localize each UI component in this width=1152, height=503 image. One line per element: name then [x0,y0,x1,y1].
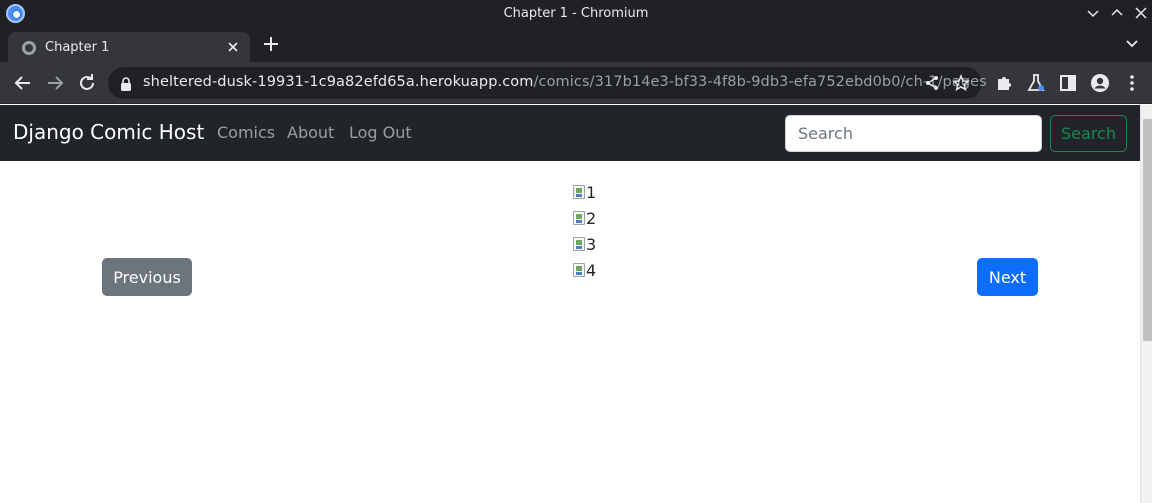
previous-button[interactable]: Previous [102,258,192,296]
page-image: 1 [573,179,633,205]
tab-strip: Chapter 1 [0,28,1152,62]
tab-chapter-1[interactable]: Chapter 1 [8,32,250,62]
next-button[interactable]: Next [977,258,1038,296]
page-image: 2 [573,205,633,231]
nav-link-log-out[interactable]: Log Out [349,123,412,142]
url-path: /comics/317b14e3-bf33-4f8b-9db3-efa752eb… [533,74,987,90]
minimize-icon[interactable] [1084,4,1102,22]
broken-image-icon [573,237,585,251]
bookmark-star-icon[interactable] [952,73,970,92]
page-image-alt: 1 [586,182,597,202]
page-scrollbar[interactable] [1140,105,1152,503]
nav-link-comics[interactable]: Comics [217,123,275,142]
address-bar[interactable]: sheltered-dusk-19931-1c9a82efd65a.heroku… [108,67,987,99]
reload-icon[interactable] [75,71,99,95]
browser-toolbar: sheltered-dusk-19931-1c9a82efd65a.heroku… [0,62,1152,104]
search-input[interactable] [785,115,1042,152]
page-image-alt: 2 [586,208,597,228]
site-navbar: Django Comic Host Comics About Log Out S… [0,105,1140,161]
reader-content: Previous 1 2 3 4 Next [0,161,1140,503]
labs-flask-icon[interactable] [1024,71,1048,95]
url-text[interactable]: sheltered-dusk-19931-1c9a82efd65a.heroku… [143,74,987,90]
tab-search-icon[interactable] [1124,36,1140,52]
page-images: 1 2 3 4 [573,179,633,283]
window-titlebar: Chapter 1 - Chromium [0,0,1152,28]
close-tab-icon[interactable] [224,38,242,56]
back-icon[interactable] [11,71,35,95]
page-image: 3 [573,231,633,257]
side-panel-icon[interactable] [1056,71,1080,95]
new-tab-icon[interactable] [262,33,280,55]
broken-image-icon [573,263,585,277]
tab-title: Chapter 1 [45,40,110,55]
page-image-alt: 4 [586,260,597,280]
lock-icon[interactable] [120,76,132,91]
globe-icon [22,41,36,55]
profile-avatar-icon[interactable] [1088,71,1112,95]
page-image: 4 [573,257,633,283]
kebab-menu-icon[interactable] [1120,71,1144,95]
url-host: sheltered-dusk-19931-1c9a82efd65a.heroku… [143,74,534,90]
share-icon[interactable] [924,75,940,91]
forward-icon[interactable] [43,71,67,95]
extensions-icon[interactable] [992,71,1016,95]
brand-link[interactable]: Django Comic Host [13,120,204,144]
window-title: Chapter 1 - Chromium [503,6,649,21]
nav-link-about[interactable]: About [287,123,334,142]
maximize-icon[interactable] [1108,4,1126,22]
close-window-icon[interactable] [1132,4,1150,22]
broken-image-icon [573,185,585,199]
broken-image-icon [573,211,585,225]
scrollbar-thumb[interactable] [1143,119,1152,341]
search-button[interactable]: Search [1050,115,1127,152]
page-image-alt: 3 [586,234,597,254]
